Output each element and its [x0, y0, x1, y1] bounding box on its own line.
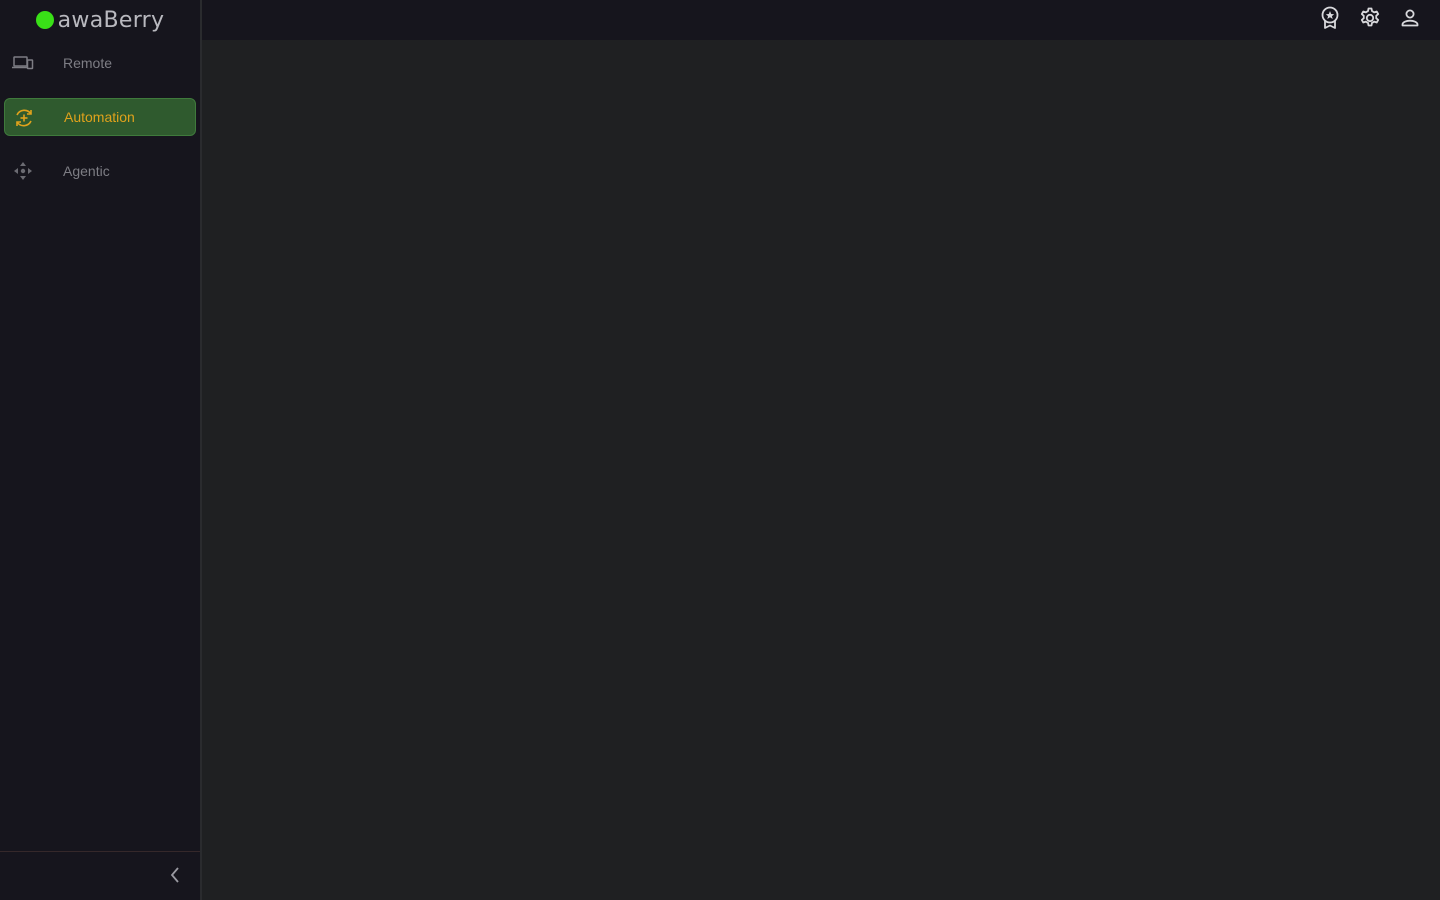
sidebar-nav: Remote Automation Agentic — [0, 44, 200, 206]
brand-logo[interactable]: awaBerry — [0, 0, 200, 40]
sidebar-item-label: Remote — [63, 55, 113, 71]
sidebar: awaBerry Remote Automation Agentic — [0, 0, 200, 900]
collapse-sidebar-button[interactable] — [164, 866, 186, 888]
topbar-actions — [1318, 6, 1422, 35]
sidebar-item-agentic[interactable]: Agentic — [4, 152, 196, 190]
account-button[interactable] — [1398, 8, 1422, 32]
award-button[interactable] — [1318, 6, 1342, 35]
gear-icon — [1359, 7, 1381, 34]
brand-dot — [35, 11, 54, 29]
brand-name: awaBerry — [57, 7, 165, 33]
settings-button[interactable] — [1358, 7, 1382, 34]
sidebar-item-label: Agentic — [63, 163, 110, 179]
main-content — [202, 40, 1440, 900]
app-root: awaBerry Remote Automation Agentic — [0, 0, 1440, 900]
automation-cycle-icon — [13, 108, 35, 128]
move-arrows-icon — [12, 161, 34, 181]
chevron-left-icon — [169, 866, 181, 889]
top-bar — [202, 0, 1440, 40]
sidebar-item-remote[interactable]: Remote — [4, 44, 196, 82]
user-icon — [1400, 8, 1420, 33]
sidebar-item-label: Automation — [64, 109, 135, 125]
sidebar-item-automation[interactable]: Automation — [4, 98, 196, 136]
award-badge-icon — [1319, 6, 1341, 35]
sidebar-footer — [0, 851, 200, 900]
devices-icon — [12, 53, 34, 73]
